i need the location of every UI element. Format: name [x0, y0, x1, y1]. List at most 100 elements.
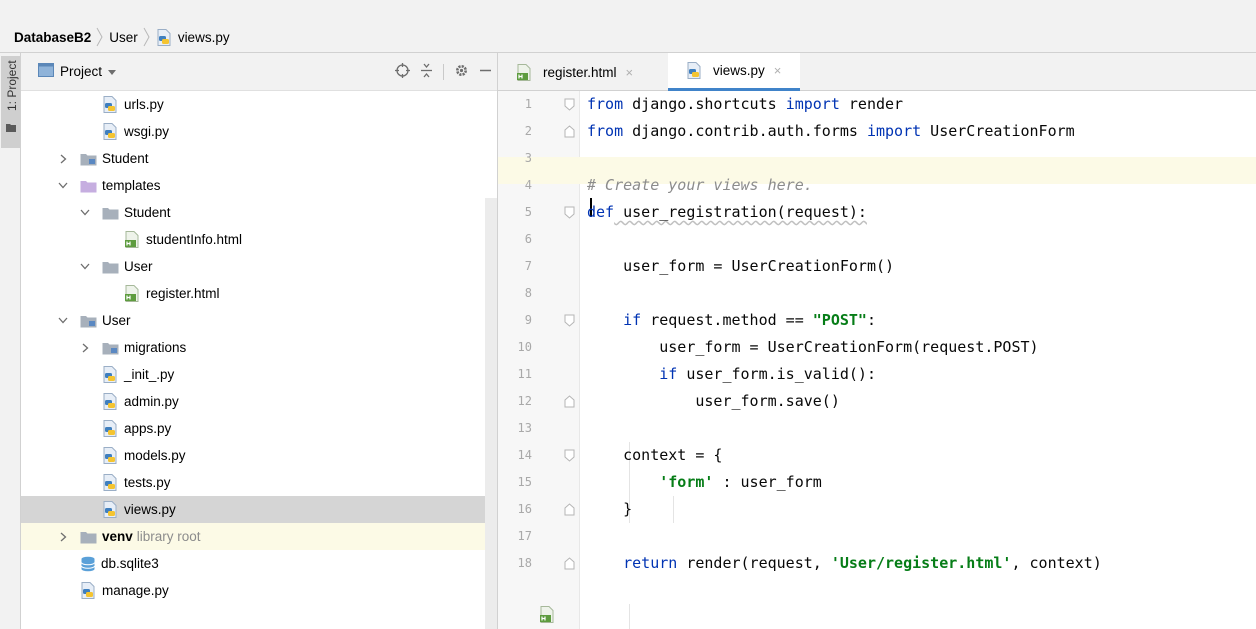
code-line[interactable]: 5 def user_registration(request): [498, 199, 1256, 226]
chevron-right-icon[interactable] [78, 343, 92, 353]
line-number: 7 [524, 259, 532, 273]
tree-item[interactable]: _init_.py [21, 361, 497, 388]
project-view-selector[interactable]: Project [38, 63, 117, 80]
line-number: 5 [524, 205, 532, 219]
code-line[interactable]: 4 # Create your views here. [498, 172, 1256, 199]
code-line[interactable]: 11 if user_form.is_valid(): [498, 361, 1256, 388]
tree-item[interactable]: wsgi.py [21, 118, 497, 145]
tree-item[interactable]: Student [21, 145, 497, 172]
chevron-right-icon[interactable] [56, 532, 70, 542]
code-line[interactable]: 12 user_form.save() [498, 388, 1256, 415]
code-line[interactable]: 14 context = { [498, 442, 1256, 469]
hide-panel-icon[interactable] [479, 63, 492, 81]
code-line[interactable]: 18 return render(request, 'User/register… [498, 550, 1256, 577]
line-number: 17 [517, 529, 532, 543]
tree-item[interactable]: apps.py [21, 415, 497, 442]
code-line[interactable]: 3 [498, 145, 1256, 172]
folder-icon [102, 260, 119, 274]
tree-item[interactable]: templates [21, 172, 497, 199]
tree-item[interactable]: venv library root [21, 523, 497, 550]
tab-register-html[interactable]: register.html × [498, 53, 668, 91]
tree-item[interactable]: db.sqlite3 [21, 550, 497, 577]
breadcrumb-project[interactable]: DatabaseB2 [14, 30, 91, 45]
tab-views-py[interactable]: views.py × [668, 53, 800, 91]
python-file-icon [102, 393, 119, 410]
locate-icon[interactable] [395, 63, 410, 81]
python-file-icon [102, 123, 119, 140]
code-line[interactable]: 15 'form' : user_form [498, 469, 1256, 496]
module-folder-icon [80, 152, 97, 166]
chevron-down-icon[interactable] [56, 182, 70, 189]
code-token: user_form = UserCreationForm(request.POS… [587, 338, 1039, 356]
code-token: request.method == [641, 311, 813, 329]
tree-item[interactable]: User [21, 253, 497, 280]
python-file-icon [102, 501, 119, 518]
tree-item[interactable]: migrations [21, 334, 497, 361]
breadcrumb-separator-icon [138, 26, 156, 48]
tree-item[interactable]: register.html [21, 280, 497, 307]
gear-icon[interactable] [454, 63, 469, 81]
fold-end-icon[interactable] [564, 395, 575, 411]
collapse-all-icon[interactable] [420, 63, 433, 81]
fold-start-icon[interactable] [564, 98, 575, 114]
fold-end-icon[interactable] [564, 503, 575, 519]
breadcrumb-separator-icon [91, 26, 109, 48]
tree-item-label: Student [102, 151, 149, 166]
code-line[interactable]: 8 [498, 280, 1256, 307]
code-token: return [623, 554, 678, 572]
code-token: } [587, 500, 633, 518]
code-line[interactable]: 17 [498, 523, 1256, 550]
code-line[interactable]: 16 } [498, 496, 1256, 523]
fold-end-icon[interactable] [564, 557, 575, 573]
chevron-down-icon[interactable] [78, 263, 92, 270]
tree-item[interactable]: studentInfo.html [21, 226, 497, 253]
close-icon[interactable]: × [626, 65, 634, 80]
code-line[interactable]: 10 user_form = UserCreationForm(request.… [498, 334, 1256, 361]
close-icon[interactable]: × [774, 63, 782, 78]
project-tool-tab[interactable]: 1: Project [1, 56, 20, 148]
tree-item-note: library root [136, 529, 201, 544]
fold-start-icon[interactable] [564, 449, 575, 465]
python-file-icon [686, 62, 703, 79]
breadcrumb-folder[interactable]: User [109, 30, 138, 45]
code-line[interactable]: 13 [498, 415, 1256, 442]
html-file-icon[interactable] [539, 606, 556, 626]
tree-item[interactable]: views.py [21, 496, 497, 523]
tree-item[interactable]: urls.py [21, 91, 497, 118]
code-line[interactable]: 9 if request.method == "POST": [498, 307, 1256, 334]
tree-item-label: Student [124, 205, 171, 220]
code-token: user_registration(request): [614, 203, 867, 221]
fold-start-icon[interactable] [564, 314, 575, 330]
code-token: user_form.is_valid(): [677, 365, 876, 383]
tree-item[interactable]: manage.py [21, 577, 497, 604]
code-token: def [587, 203, 615, 221]
chevron-down-icon[interactable] [78, 209, 92, 216]
module-folder-icon [80, 314, 97, 328]
tree-item[interactable]: admin.py [21, 388, 497, 415]
code-line[interactable]: 1 from django.shortcuts import render [498, 91, 1256, 118]
chevron-down-icon[interactable] [56, 317, 70, 324]
code-line[interactable]: 7 user_form = UserCreationForm() [498, 253, 1256, 280]
tree-item-label: _init_.py [124, 367, 175, 382]
code-token: , context) [1011, 554, 1102, 572]
tree-item[interactable]: Student [21, 199, 497, 226]
line-number: 16 [517, 502, 532, 516]
tree-item-label: tests.py [124, 475, 171, 490]
chevron-right-icon[interactable] [56, 154, 70, 164]
code-line[interactable]: 6 [498, 226, 1256, 253]
project-tree-scrollbar[interactable] [485, 198, 497, 629]
breadcrumb-file[interactable]: views.py [156, 28, 230, 46]
tree-item[interactable]: User [21, 307, 497, 334]
fold-end-icon[interactable] [564, 125, 575, 141]
tree-item[interactable]: models.py [21, 442, 497, 469]
module-folder-icon [102, 341, 119, 355]
folder-icon [80, 530, 97, 544]
code-token: : user_form [713, 473, 822, 491]
window-top-strip [0, 0, 1256, 22]
fold-start-icon[interactable] [564, 206, 575, 222]
tree-item[interactable]: tests.py [21, 469, 497, 496]
line-number: 9 [524, 313, 532, 327]
code-line[interactable]: 2 from django.contrib.auth.forms import U… [498, 118, 1256, 145]
